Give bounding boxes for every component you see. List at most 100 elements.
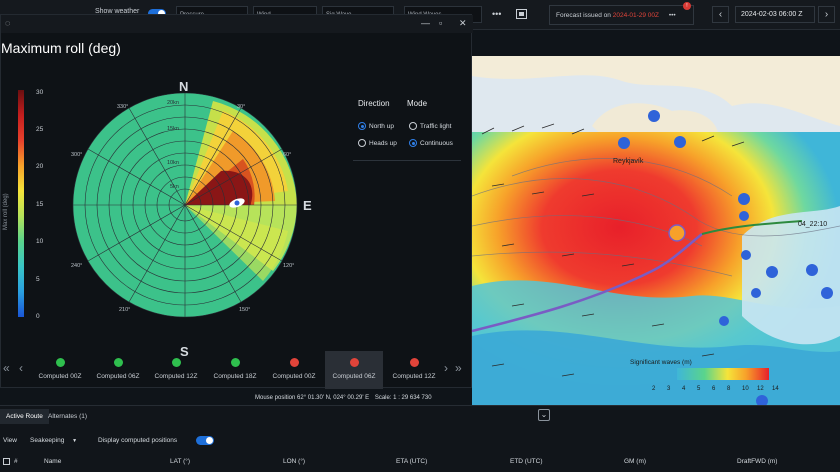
- timeline-item[interactable]: Computed 00Z: [31, 351, 89, 389]
- map-statusline: Mouse position 62° 01.30' N, 024° 00.29'…: [255, 395, 432, 401]
- bearing-label: 150°: [239, 307, 250, 313]
- forecast-date: 2024-01-29 00Z: [612, 12, 659, 19]
- timeline-item-selected[interactable]: Computed 06Z: [325, 351, 383, 389]
- display-positions-label: Display computed positions: [98, 437, 178, 444]
- map-scale: Scale: 1 : 29 634 730: [374, 395, 432, 401]
- timeline-item[interactable]: Computed 18Z: [206, 351, 264, 389]
- close-icon[interactable]: ✕: [459, 18, 467, 29]
- status-dot: [289, 358, 299, 367]
- timeline-label: Computed 12Z: [154, 373, 198, 380]
- timeline-item[interactable]: Computed 00Z: [265, 351, 323, 389]
- tab-alternates[interactable]: Alternates (1): [42, 409, 93, 424]
- forecast-more-icon[interactable]: •••: [669, 12, 676, 19]
- compass-n: N: [179, 79, 188, 94]
- legend-tick: 25: [36, 126, 44, 133]
- legend-tick: 30: [36, 89, 44, 96]
- col-name[interactable]: Name: [44, 458, 61, 465]
- computed-timeline: « ‹ Computed 00Z Computed 06Z Computed 1…: [1, 349, 473, 389]
- timeline-item[interactable]: Computed 06Z: [89, 351, 147, 389]
- col-index[interactable]: #: [14, 458, 18, 465]
- heads-up-radio[interactable]: [358, 139, 366, 147]
- timeline-prev-icon[interactable]: ‹: [19, 361, 23, 375]
- speed-ring-label: 10kn: [167, 160, 179, 166]
- status-dot: [349, 358, 359, 367]
- compass-e: E: [303, 198, 312, 213]
- next-time-button[interactable]: ›: [818, 6, 835, 23]
- collapse-panel-icon[interactable]: ⌄: [538, 409, 550, 421]
- layers-icon[interactable]: [516, 9, 527, 19]
- app-logo-icon: ◌: [5, 18, 11, 28]
- timeline-label: Computed 18Z: [213, 373, 257, 380]
- timeline-item[interactable]: Computed 12Z: [147, 351, 205, 389]
- more-icon[interactable]: •••: [492, 9, 501, 19]
- timeline-item[interactable]: Computed 12Z: [385, 351, 443, 389]
- waves-legend-bar: [677, 368, 769, 380]
- panel-titlebar: ◌ — ▫ ✕: [1, 15, 473, 33]
- col-lon[interactable]: LON (°): [283, 458, 305, 465]
- notification-badge: !: [683, 2, 691, 10]
- waves-tick: 10: [742, 386, 749, 392]
- datetime-field[interactable]: 2024-02-03 06:00 Z: [735, 6, 815, 23]
- timeline-label: Computed 06Z: [96, 373, 140, 380]
- col-eta[interactable]: ETA (UTC): [396, 458, 427, 465]
- status-dot: [55, 358, 65, 367]
- bearing-label: 330°: [117, 104, 128, 110]
- col-etd[interactable]: ETD (UTC): [510, 458, 543, 465]
- bearing-label: 300°: [71, 152, 82, 158]
- map-route-label: 04_22:10: [798, 221, 827, 228]
- continuous-radio[interactable]: [409, 139, 417, 147]
- speed-ring-label: 20kn: [167, 100, 179, 106]
- legend-tick: 0: [36, 313, 40, 320]
- timeline-label: Computed 00Z: [272, 373, 316, 380]
- north-up-radio[interactable]: [358, 122, 366, 130]
- maximize-icon[interactable]: ▫: [439, 18, 442, 28]
- col-gm[interactable]: GM (m): [624, 458, 646, 465]
- timeline-last-icon[interactable]: »: [455, 361, 462, 375]
- status-dot: [409, 358, 419, 367]
- max-roll-panel: ◌ — ▫ ✕ Maximum roll (deg) Max roll (deg…: [0, 14, 473, 389]
- waves-tick: 14: [772, 386, 779, 392]
- heads-up-label[interactable]: Heads up: [369, 140, 397, 147]
- col-lat[interactable]: LAT (°): [170, 458, 190, 465]
- waves-legend-title: Significant waves (m): [630, 359, 692, 366]
- continuous-label[interactable]: Continuous: [420, 140, 453, 147]
- minimize-icon[interactable]: —: [421, 18, 430, 28]
- timeline-label: Computed 06Z: [332, 373, 376, 380]
- traffic-light-label[interactable]: Traffic light: [420, 123, 451, 130]
- display-positions-toggle[interactable]: [196, 436, 214, 445]
- forecast-issued[interactable]: Forecast issued on 2024-01-29 00Z •••: [549, 5, 694, 25]
- status-dot: [171, 358, 181, 367]
- status-dot: [113, 358, 123, 367]
- controls-divider: [353, 160, 461, 161]
- mouse-position: Mouse position 62° 01.30' N, 024° 00.29'…: [255, 395, 370, 401]
- prev-time-button[interactable]: ‹: [712, 6, 729, 23]
- select-all-checkbox[interactable]: [3, 458, 10, 465]
- bearing-label: 240°: [71, 263, 82, 269]
- status-dot: [230, 358, 240, 367]
- app-root: Show weather Pressure Wind Sig Wave Wind…: [0, 0, 840, 472]
- timeline-next-icon[interactable]: ›: [444, 361, 448, 375]
- view-value: Seakeeping: [30, 437, 65, 444]
- timeline-label: Computed 12Z: [392, 373, 436, 380]
- route-panel: Active Route Alternates (1) ⌄ View Seake…: [0, 405, 840, 472]
- speed-ring-label: 15kn: [167, 126, 179, 132]
- polar-roll-chart: N E S W 30° 60° 120° 150° 210° 240° 300°…: [71, 79, 312, 359]
- forecast-prefix: Forecast issued on: [556, 12, 611, 19]
- legend-tick: 10: [36, 238, 44, 245]
- col-draft-fwd[interactable]: DraftFWD (m): [737, 458, 777, 465]
- bearing-label: 120°: [283, 263, 294, 269]
- map-place-reykjavik: Reykjavík: [613, 158, 644, 165]
- traffic-light-radio[interactable]: [409, 122, 417, 130]
- north-up-label[interactable]: North up: [369, 123, 394, 130]
- panel-title: Maximum roll (deg): [1, 40, 121, 56]
- direction-heading: Direction: [358, 99, 390, 108]
- legend-tick: 20: [36, 163, 44, 170]
- roll-legend-bar: [18, 90, 24, 317]
- timeline-first-icon[interactable]: «: [3, 361, 10, 375]
- bearing-label: 30°: [237, 104, 245, 110]
- chevron-down-icon: ▼: [72, 438, 78, 444]
- timeline-label: Computed 00Z: [38, 373, 82, 380]
- weather-map[interactable]: Reykjavík 04_22:10 Significant waves (m)…: [472, 56, 840, 405]
- bearing-label: 210°: [119, 307, 130, 313]
- view-select[interactable]: Seakeeping ▼: [30, 437, 77, 444]
